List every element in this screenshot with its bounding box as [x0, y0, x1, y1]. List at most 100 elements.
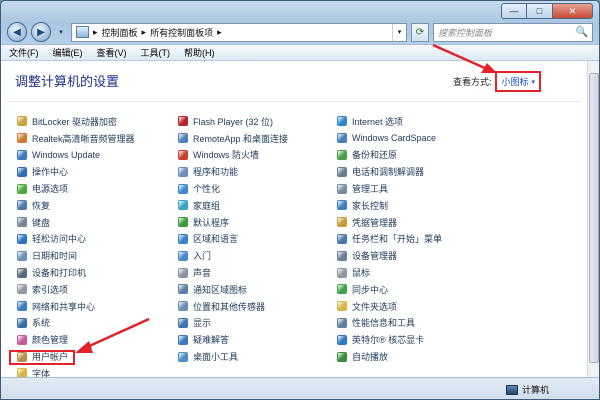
display-icon	[178, 317, 188, 328]
search-placeholder: 搜索控制面板	[438, 27, 493, 38]
minimize-button[interactable]: —	[501, 3, 527, 19]
menu-view[interactable]: 查看(V)	[97, 46, 127, 59]
control-panel-item[interactable]: 管理工具	[337, 180, 502, 197]
control-panel-item[interactable]: 设备管理器	[337, 247, 502, 264]
control-panel-item[interactable]: 凭据管理器	[337, 214, 502, 231]
control-panel-item[interactable]: 家长控制	[337, 197, 502, 214]
control-panel-item[interactable]: 入门	[178, 247, 343, 264]
view-by-dropdown[interactable]: 小图标 ▾	[495, 71, 541, 92]
control-panel-item-label: 自动播放	[352, 352, 389, 363]
device-manager-icon	[337, 250, 347, 261]
menu-bar: 文件(F) 编辑(E) 查看(V) 工具(T) 帮助(H)	[1, 44, 599, 61]
control-panel-window: — □ ✕ ◀ ▶ ▾ ▸ 控制面板 ▸ 所有控制面板项 ▸ ▾ ⟳ 搜索控制面…	[0, 0, 600, 400]
refresh-button[interactable]: ⟳	[411, 22, 429, 42]
control-panel-item[interactable]: 桌面小工具	[178, 348, 343, 365]
back-button[interactable]: ◀	[7, 22, 27, 42]
control-panel-item[interactable]: 位置和其他传感器	[178, 298, 343, 315]
menu-edit[interactable]: 编辑(E)	[53, 46, 83, 59]
control-panel-item[interactable]: Flash Player (32 位)	[178, 113, 343, 130]
control-panel-item[interactable]: 文件夹选项	[337, 298, 502, 315]
network-icon	[17, 301, 27, 312]
control-panel-item[interactable]: 自动播放	[337, 348, 502, 365]
scrollbar-thumb[interactable]	[589, 73, 599, 363]
control-panel-item-label: 位置和其他传感器	[193, 301, 266, 312]
forward-button[interactable]: ▶	[31, 22, 51, 42]
programs-icon	[178, 166, 188, 177]
control-panel-item[interactable]: Windows CardSpace	[337, 130, 502, 147]
control-panel-item[interactable]: 轻松访问中心	[17, 231, 182, 248]
performance-icon	[337, 317, 347, 328]
items-column-3: Internet 选项 Windows CardSpace 备份和还原电话和调制解调…	[337, 113, 502, 365]
control-panel-item[interactable]: 颜色管理	[17, 331, 182, 348]
control-panel-item-label: 操作中心	[32, 167, 69, 178]
sync-icon	[337, 284, 347, 295]
control-panel-item[interactable]: 个性化	[178, 180, 343, 197]
breadcrumb-all-items[interactable]: 所有控制面板项	[150, 26, 213, 39]
control-panel-item-label: Windows Update	[32, 149, 101, 160]
control-panel-item[interactable]: 默认程序	[178, 214, 343, 231]
breadcrumb-control-panel[interactable]: 控制面板	[102, 26, 138, 39]
close-button[interactable]: ✕	[553, 3, 593, 19]
control-panel-item[interactable]: 声音	[178, 264, 343, 281]
control-panel-item[interactable]: Windows Update	[17, 147, 182, 164]
window-controls: — □ ✕	[501, 3, 593, 19]
menu-tools[interactable]: 工具(T)	[141, 46, 171, 59]
control-panel-item-label: 备份和还原	[352, 150, 398, 161]
control-panel-item[interactable]: 索引选项	[17, 281, 182, 298]
parental-icon	[337, 200, 347, 211]
menu-file[interactable]: 文件(F)	[9, 46, 39, 59]
history-dropdown-button[interactable]: ▾	[55, 26, 67, 38]
view-by-label: 查看方式:	[452, 77, 492, 87]
control-panel-item[interactable]: 同步中心	[337, 281, 502, 298]
address-bar[interactable]: ▸ 控制面板 ▸ 所有控制面板项 ▸ ▾	[71, 22, 407, 42]
control-panel-item[interactable]: 电话和调制解调器	[337, 163, 502, 180]
vertical-scrollbar[interactable]	[587, 61, 599, 377]
control-panel-item[interactable]: 鼠标	[337, 264, 502, 281]
control-panel-item-label: Windows 防火墙	[193, 150, 260, 161]
address-dropdown-icon[interactable]: ▾	[392, 23, 406, 41]
control-panel-item[interactable]: Realtek高清晰音频管理器	[17, 130, 182, 147]
control-panel-item-label: 程序和功能	[193, 167, 239, 178]
control-panel-item-label: 鼠标	[352, 268, 371, 279]
control-panel-item-label: 区域和语言	[193, 234, 239, 245]
control-panel-item[interactable]: 操作中心	[17, 163, 182, 180]
search-icon[interactable]: 🔍	[576, 27, 588, 38]
control-panel-item[interactable]: 家庭组	[178, 197, 343, 214]
control-panel-item[interactable]: 网络和共享中心	[17, 298, 182, 315]
control-panel-item[interactable]: 性能信息和工具	[337, 315, 502, 332]
user-accounts-highlight	[9, 350, 75, 365]
control-panel-item[interactable]: 任务栏和「开始」菜单	[337, 231, 502, 248]
computer-icon	[505, 384, 518, 395]
control-panel-item[interactable]: 疑难解答	[178, 331, 343, 348]
taskbar-icon	[337, 233, 347, 244]
control-panel-item[interactable]: BitLocker 驱动器加密	[17, 113, 182, 130]
control-panel-item[interactable]: 日期和时间	[17, 247, 182, 264]
recovery-icon	[17, 200, 27, 211]
control-panel-item[interactable]: 电源选项	[17, 180, 182, 197]
control-panel-item[interactable]: 程序和功能	[178, 163, 343, 180]
search-input[interactable]: 搜索控制面板 🔍	[433, 22, 593, 42]
control-panel-icon	[76, 26, 89, 38]
control-panel-item-label: 键盘	[32, 217, 51, 228]
control-panel-item[interactable]: 设备和打印机	[17, 264, 182, 281]
control-panel-item[interactable]: 备份和还原	[337, 147, 502, 164]
region-icon	[178, 233, 188, 244]
control-panel-item[interactable]: 恢复	[17, 197, 182, 214]
menu-help[interactable]: 帮助(H)	[184, 46, 215, 59]
phone-icon	[337, 166, 347, 177]
control-panel-item[interactable]: Windows 防火墙	[178, 147, 343, 164]
control-panel-item[interactable]: 显示	[178, 315, 343, 332]
control-panel-item-label: 日期和时间	[32, 251, 78, 262]
control-panel-item[interactable]: 英特尔® 核芯显卡	[337, 331, 502, 348]
maximize-button[interactable]: □	[527, 3, 553, 19]
control-panel-item[interactable]: 区域和语言	[178, 231, 343, 248]
control-panel-item[interactable]: 键盘	[17, 214, 182, 231]
power-icon	[17, 183, 27, 194]
control-panel-item[interactable]: RemoteApp 和桌面连接	[178, 130, 343, 147]
default-programs-icon	[178, 217, 188, 228]
control-panel-item-label: 显示	[193, 318, 212, 329]
control-panel-item[interactable]: Internet 选项	[337, 113, 502, 130]
control-panel-item[interactable]: 系统	[17, 315, 182, 332]
control-panel-item[interactable]: 通知区域图标	[178, 281, 343, 298]
control-panel-item-label: Internet 选项	[352, 116, 404, 127]
